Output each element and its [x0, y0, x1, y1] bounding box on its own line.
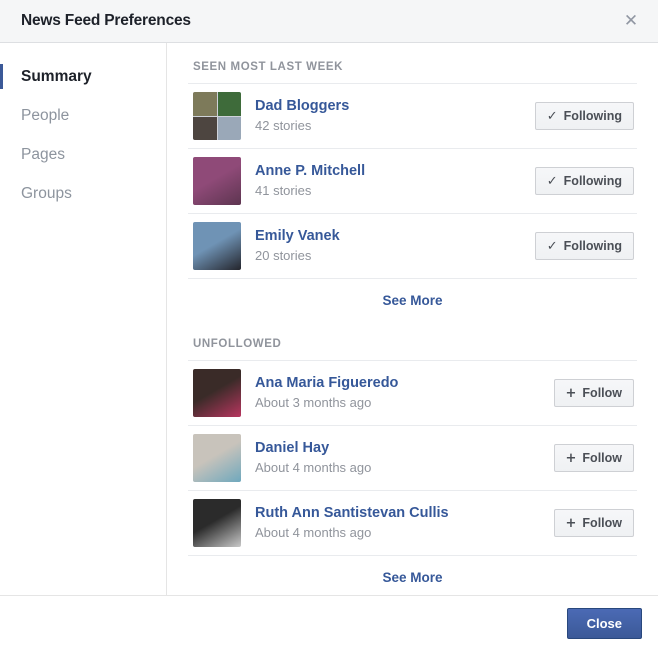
- entity-name[interactable]: Anne P. Mitchell: [255, 162, 535, 180]
- avatar: [193, 369, 241, 417]
- see-more-link-seen-most[interactable]: See More: [188, 278, 637, 320]
- close-button[interactable]: Close: [566, 608, 642, 639]
- avatar: [193, 157, 241, 205]
- button-label: Following: [563, 109, 622, 123]
- check-icon: ✓: [546, 108, 558, 124]
- avatar: [193, 222, 241, 270]
- entity-meta: About 4 months ago: [255, 460, 372, 475]
- sidebar-item-label: Summary: [21, 67, 92, 85]
- dialog-header: News Feed Preferences ✕: [0, 0, 658, 43]
- sidebar: Summary People Pages Groups: [0, 43, 167, 595]
- following-button[interactable]: ✓ Following: [534, 232, 634, 260]
- entity-name[interactable]: Emily Vanek: [255, 227, 535, 245]
- follow-button[interactable]: + Follow: [553, 444, 634, 472]
- entity-meta: 41 stories: [255, 183, 312, 198]
- sidebar-item-pages[interactable]: Pages: [0, 135, 166, 174]
- following-button[interactable]: ✓ Following: [534, 167, 634, 195]
- table-row: Ruth Ann Santistevan Cullis About 4 mont…: [188, 490, 637, 555]
- avatar: [193, 92, 241, 140]
- following-button[interactable]: ✓ Following: [534, 102, 634, 130]
- button-label: Following: [563, 239, 622, 253]
- entity-name[interactable]: Daniel Hay: [255, 439, 554, 457]
- button-label: Following: [563, 174, 622, 188]
- sidebar-item-people[interactable]: People: [0, 96, 166, 135]
- see-more-link-unfollowed[interactable]: See More: [188, 555, 637, 595]
- sidebar-item-groups[interactable]: Groups: [0, 174, 166, 213]
- sidebar-item-label: People: [21, 106, 70, 124]
- page-title: News Feed Preferences: [21, 12, 191, 29]
- entity-name[interactable]: Ana Maria Figueredo: [255, 374, 554, 392]
- row-info: Anne P. Mitchell 41 stories: [241, 162, 535, 200]
- button-label: Follow: [582, 516, 622, 530]
- avatar: [193, 434, 241, 482]
- sidebar-item-label: Pages: [21, 145, 65, 163]
- avatar: [193, 499, 241, 547]
- table-row: Emily Vanek 20 stories ✓ Following: [188, 213, 637, 278]
- button-label: Follow: [582, 386, 622, 400]
- sidebar-item-label: Groups: [21, 184, 72, 202]
- entity-meta: 20 stories: [255, 248, 312, 263]
- follow-button[interactable]: + Follow: [553, 379, 634, 407]
- close-icon[interactable]: ✕: [618, 8, 644, 34]
- table-row: Daniel Hay About 4 months ago + Follow: [188, 425, 637, 490]
- row-info: Ruth Ann Santistevan Cullis About 4 mont…: [241, 504, 554, 542]
- button-label: Follow: [582, 451, 622, 465]
- plus-icon: +: [565, 385, 577, 401]
- sidebar-item-summary[interactable]: Summary: [0, 57, 166, 96]
- row-info: Dad Bloggers 42 stories: [241, 97, 535, 135]
- entity-meta: About 3 months ago: [255, 395, 372, 410]
- row-info: Emily Vanek 20 stories: [241, 227, 535, 265]
- row-info: Ana Maria Figueredo About 3 months ago: [241, 374, 554, 412]
- row-info: Daniel Hay About 4 months ago: [241, 439, 554, 477]
- check-icon: ✓: [546, 173, 558, 189]
- follow-button[interactable]: + Follow: [553, 509, 634, 537]
- check-icon: ✓: [546, 238, 558, 254]
- entity-meta: 42 stories: [255, 118, 312, 133]
- table-row: Dad Bloggers 42 stories ✓ Following: [188, 83, 637, 148]
- entity-name[interactable]: Ruth Ann Santistevan Cullis: [255, 504, 554, 522]
- table-row: Anne P. Mitchell 41 stories ✓ Following: [188, 148, 637, 213]
- plus-icon: +: [565, 515, 577, 531]
- section-header-unfollowed: UNFOLLOWED: [193, 338, 282, 350]
- news-feed-preferences-dialog: News Feed Preferences ✕ Summary People P…: [0, 0, 658, 651]
- dialog-footer: Close: [0, 595, 658, 651]
- entity-name[interactable]: Dad Bloggers: [255, 97, 535, 115]
- entity-meta: About 4 months ago: [255, 525, 372, 540]
- table-row: Ana Maria Figueredo About 3 months ago +…: [188, 360, 637, 425]
- plus-icon: +: [565, 450, 577, 466]
- dialog-body: Summary People Pages Groups SEEN MOST LA…: [0, 43, 658, 595]
- main-content: SEEN MOST LAST WEEK Dad Bloggers 42 stor…: [167, 43, 658, 595]
- section-header-seen-most: SEEN MOST LAST WEEK: [193, 61, 344, 73]
